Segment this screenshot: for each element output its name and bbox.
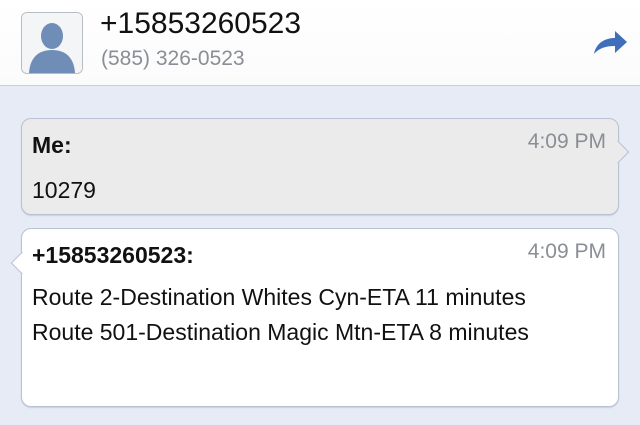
contact-name: +15853260523 (100, 7, 302, 40)
bubble-tail (606, 140, 630, 164)
conversation-header: +15853260523 (585) 326-0523 (0, 0, 640, 86)
message-text: 10279 (32, 177, 96, 203)
message-bubble-received[interactable]: +15853260523: 4:09 PM Route 2-Destinatio… (10, 228, 619, 407)
message-sender: Me: (32, 132, 72, 158)
avatar[interactable] (21, 12, 83, 74)
person-silhouette-icon (22, 13, 82, 73)
message-time: 4:09 PM (527, 240, 606, 263)
bubble-tail (10, 251, 34, 275)
curved-forward-arrow-icon (594, 31, 627, 54)
message-text: Route 2-Destination Whites Cyn-ETA 11 mi… (32, 284, 529, 345)
message-bubble-sent[interactable]: Me: 4:09 PM 10279 (21, 118, 630, 215)
contact-phone-number: (585) 326-0523 (101, 47, 245, 70)
message-sender: +15853260523: (32, 242, 194, 268)
forward-button[interactable] (588, 24, 632, 64)
message-time: 4:09 PM (527, 130, 606, 153)
